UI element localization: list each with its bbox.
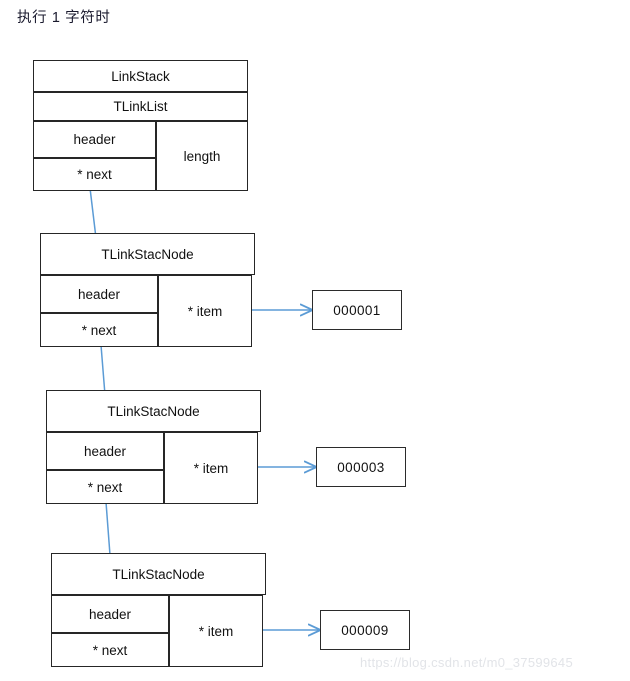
struct-field-length: length (156, 121, 248, 191)
node-2-field-header: header (46, 432, 164, 470)
value-box-1: 000001 (312, 290, 402, 330)
node-1-field-next: * next (40, 313, 158, 347)
value-box-3: 000009 (320, 610, 410, 650)
struct-field-next: * next (33, 158, 156, 191)
node-2-field-next: * next (46, 470, 164, 504)
node-2-field-item: * item (164, 432, 258, 504)
struct-class-name: LinkStack (33, 60, 248, 92)
watermark: https://blog.csdn.net/m0_37599645 (360, 655, 573, 670)
node-3-title: TLinkStacNode (51, 553, 266, 595)
node-2-title: TLinkStacNode (46, 390, 261, 432)
page-title: 执行 1 字符时 (17, 10, 111, 26)
node-3-field-next: * next (51, 633, 169, 667)
node-1-title: TLinkStacNode (40, 233, 255, 275)
node-1-field-item: * item (158, 275, 252, 347)
node-3-field-header: header (51, 595, 169, 633)
node-1-field-header: header (40, 275, 158, 313)
node-3-field-item: * item (169, 595, 263, 667)
diagram-canvas: 执行 1 字符时 LinkStack TLinkList header * ne… (0, 0, 630, 681)
struct-field-header: header (33, 121, 156, 158)
value-box-2: 000003 (316, 447, 406, 487)
struct-base-name: TLinkList (33, 92, 248, 121)
